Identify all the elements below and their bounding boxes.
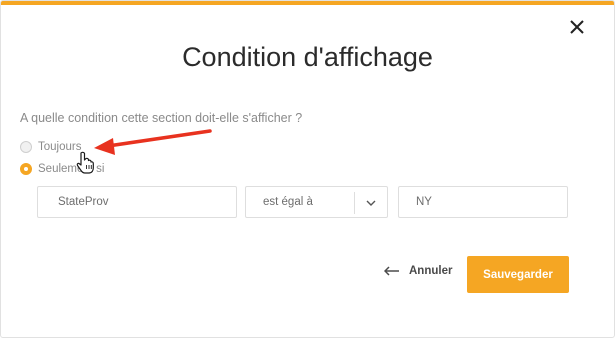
field-input-value: StateProv: [58, 196, 109, 208]
operator-select[interactable]: est égal à: [245, 186, 388, 218]
save-button[interactable]: Sauvegarder: [467, 256, 569, 293]
dialog-accent-bar: [1, 1, 614, 5]
dialog-title: Condition d'affichage: [182, 42, 433, 72]
cancel-button-label: Annuler: [409, 265, 453, 277]
value-input[interactable]: NY: [398, 186, 568, 218]
radio-option-toujours[interactable]: Toujours: [20, 141, 81, 153]
radio-label-toujours: Toujours: [38, 141, 82, 153]
radio-toujours[interactable]: [20, 141, 32, 153]
cancel-button[interactable]: Annuler: [384, 265, 452, 277]
close-icon: [570, 20, 584, 34]
condition-dialog: Condition d'affichage A quelle condition…: [0, 0, 615, 338]
condition-question: A quelle condition cette section doit-el…: [20, 111, 303, 125]
radio-label-seulement-si: Seulement si: [38, 163, 105, 175]
radio-seulement-si[interactable]: [20, 163, 32, 175]
radio-option-seulement-si[interactable]: Seulement si: [20, 163, 104, 175]
field-input[interactable]: StateProv: [37, 186, 237, 218]
select-divider: [354, 192, 355, 214]
value-input-value: NY: [416, 196, 432, 208]
close-button[interactable]: [567, 17, 587, 37]
chevron-down-icon[interactable]: [365, 197, 377, 209]
arrow-left-icon: [384, 266, 399, 276]
operator-select-value: est égal à: [263, 196, 313, 208]
